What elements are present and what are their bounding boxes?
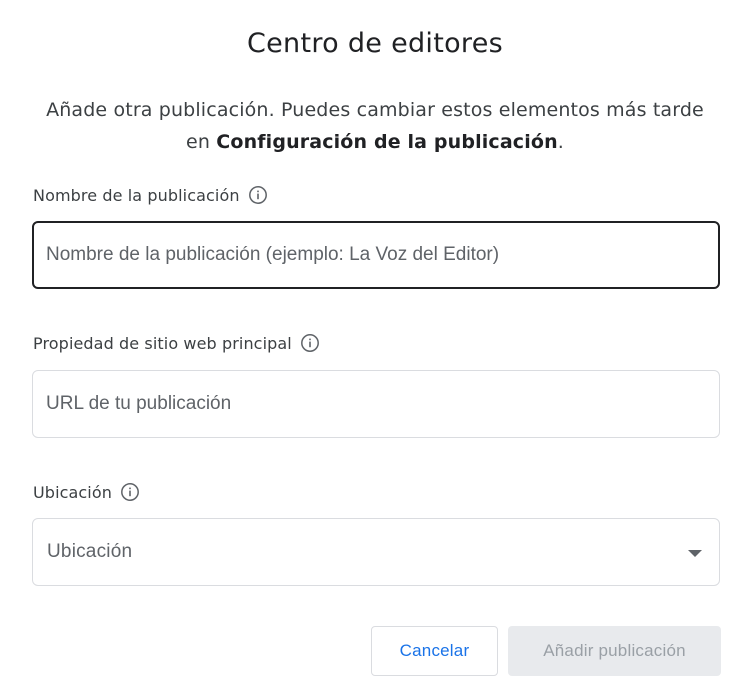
add-publication-dialog: Centro de editores Añade otra publicació… bbox=[0, 0, 750, 684]
publication-name-input[interactable] bbox=[46, 223, 705, 287]
publication-name-label: Nombre de la publicación bbox=[33, 185, 240, 205]
website-property-label-row: Propiedad de sitio web principal bbox=[33, 333, 320, 353]
location-selected-value: Ubicación bbox=[47, 541, 133, 562]
info-icon[interactable] bbox=[120, 482, 140, 502]
add-publication-button[interactable]: Añadir publicación bbox=[508, 626, 721, 676]
dialog-intro: Añade otra publicación. Puedes cambiar e… bbox=[40, 94, 710, 158]
website-url-field[interactable] bbox=[32, 370, 720, 438]
info-icon[interactable] bbox=[248, 185, 268, 205]
website-property-label: Propiedad de sitio web principal bbox=[33, 333, 292, 353]
location-label-row: Ubicación bbox=[33, 482, 140, 502]
publication-name-field[interactable] bbox=[32, 221, 720, 289]
dialog-title: Centro de editores bbox=[246, 28, 504, 59]
location-select[interactable]: Ubicación bbox=[32, 518, 720, 586]
website-url-input[interactable] bbox=[46, 371, 706, 437]
info-icon[interactable] bbox=[300, 333, 320, 353]
intro-end: . bbox=[557, 131, 564, 153]
arrow-drop-down-icon bbox=[688, 550, 702, 557]
publication-name-label-row: Nombre de la publicación bbox=[33, 185, 268, 205]
location-label: Ubicación bbox=[33, 482, 112, 502]
cancel-button[interactable]: Cancelar bbox=[371, 626, 498, 676]
intro-settings-link-text: Configuración de la publicación bbox=[216, 131, 558, 153]
